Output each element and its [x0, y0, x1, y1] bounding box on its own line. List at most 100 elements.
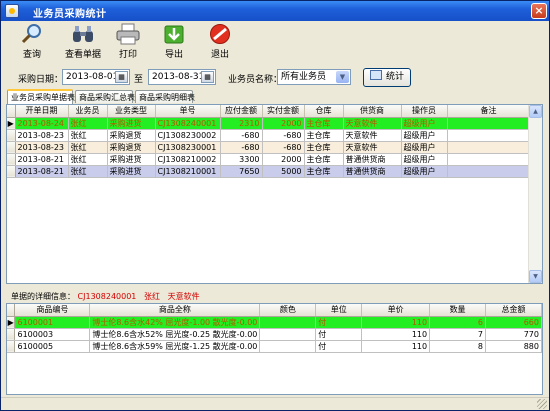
- table-cell[interactable]: 880: [485, 340, 542, 353]
- table-cell[interactable]: 主仓库: [304, 117, 344, 130]
- table-cell[interactable]: 2013-08-23: [15, 141, 69, 154]
- table-cell[interactable]: 6: [429, 316, 487, 329]
- table-cell[interactable]: 普通供货商: [343, 165, 402, 178]
- row-indicator[interactable]: [7, 165, 16, 178]
- table-cell[interactable]: 博士伦8.6含水42% 屈光度-1.00 散光度-0.00: [89, 316, 261, 329]
- table-cell[interactable]: -680: [220, 141, 263, 154]
- tab-product-detail[interactable]: 商品采购明细表: [135, 90, 195, 103]
- table-cell[interactable]: 3300: [220, 153, 263, 166]
- column-header[interactable]: 商品编号: [14, 304, 91, 317]
- table-cell[interactable]: 采购进货: [107, 153, 156, 166]
- table-cell[interactable]: 付: [315, 316, 363, 329]
- table-cell[interactable]: 天意软件: [343, 117, 402, 130]
- table-cell[interactable]: 采购退货: [107, 129, 156, 142]
- orders-scrollbar[interactable]: ▲ ▼: [528, 105, 542, 283]
- table-cell[interactable]: 110: [361, 340, 431, 353]
- table-cell[interactable]: 110: [361, 316, 431, 329]
- export-button[interactable]: 导出: [153, 23, 195, 63]
- tab-product-summary[interactable]: 商品采购汇总表: [75, 90, 135, 103]
- table-cell[interactable]: 付: [315, 340, 363, 353]
- column-header[interactable]: 开单日期: [15, 105, 69, 118]
- table-cell[interactable]: 天意软件: [343, 141, 402, 154]
- column-header[interactable]: 业务类型: [107, 105, 156, 118]
- table-cell[interactable]: 主仓库: [304, 165, 344, 178]
- column-header[interactable]: 单位: [315, 304, 363, 317]
- table-cell[interactable]: CJ1308210001: [155, 165, 221, 178]
- table-cell[interactable]: 付: [315, 328, 363, 341]
- table-cell[interactable]: 超级用户: [401, 153, 448, 166]
- table-cell[interactable]: [447, 165, 531, 178]
- table-cell[interactable]: 2013-08-21: [15, 153, 69, 166]
- column-header[interactable]: 颜色: [259, 304, 317, 317]
- table-cell[interactable]: 张红: [68, 165, 108, 178]
- row-indicator[interactable]: [7, 141, 16, 154]
- table-cell[interactable]: 博士伦8.6含水52% 屈光度-0.25 散光度-0.00: [89, 328, 261, 341]
- stat-button[interactable]: 统计: [363, 68, 411, 87]
- table-cell[interactable]: CJ1308240001: [155, 117, 221, 130]
- table-row[interactable]: 2013-08-21 张红 采购进货 CJ1308210001 7650 5000 主仓库普…: [7, 165, 531, 178]
- table-cell[interactable]: 7: [429, 328, 487, 341]
- column-header[interactable]: 业务员: [68, 105, 108, 118]
- table-cell[interactable]: 5000: [262, 165, 305, 178]
- date-from-field[interactable]: 2013-08-01 ▦: [62, 69, 130, 85]
- table-cell[interactable]: 天意软件: [343, 129, 402, 142]
- column-header[interactable]: 备注: [447, 105, 531, 118]
- table-cell[interactable]: [447, 153, 531, 166]
- resize-grip-icon[interactable]: [537, 399, 547, 409]
- row-pointer-icon[interactable]: ▶: [7, 316, 16, 329]
- table-cell[interactable]: 8: [429, 340, 487, 353]
- salesman-select[interactable]: 所有业务员 ▼: [277, 69, 351, 85]
- table-cell[interactable]: 6100003: [14, 328, 91, 341]
- title-bar[interactable]: 业务员采购统计 ×: [1, 1, 549, 21]
- table-cell[interactable]: -680: [262, 141, 305, 154]
- table-row[interactable]: ▶ 6100001 博士伦8.6含水42% 屈光度-1.00 散光度-0.00 付 11…: [7, 316, 542, 329]
- table-row[interactable]: 2013-08-23 张红 采购退货 CJ1308230002 -680 -680 主仓库天…: [7, 129, 531, 142]
- table-cell[interactable]: 6100005: [14, 340, 91, 353]
- row-indicator[interactable]: [7, 340, 16, 353]
- scroll-down-icon[interactable]: ▼: [529, 270, 542, 283]
- table-row[interactable]: 6100003 博士伦8.6含水52% 屈光度-0.25 散光度-0.00 付 110…: [7, 328, 542, 341]
- column-header[interactable]: 单价: [361, 304, 431, 317]
- table-cell[interactable]: 张红: [68, 153, 108, 166]
- table-cell[interactable]: 2000: [262, 117, 305, 130]
- table-cell[interactable]: 660: [485, 316, 542, 329]
- table-cell[interactable]: CJ1308230002: [155, 129, 221, 142]
- row-pointer-icon[interactable]: ▶: [7, 117, 16, 130]
- calendar-icon[interactable]: ▦: [115, 71, 128, 83]
- table-cell[interactable]: 采购进货: [107, 117, 156, 130]
- date-to-field[interactable]: 2013-08-31 ▦: [148, 69, 216, 85]
- row-indicator[interactable]: [7, 129, 16, 142]
- table-cell[interactable]: [447, 117, 531, 130]
- table-row[interactable]: 2013-08-23 张红 采购退货 CJ1308230001 -680 -680 主仓库天…: [7, 141, 531, 154]
- tab-salesman-orders[interactable]: 业务员采购单据表: [7, 89, 75, 104]
- calendar-icon[interactable]: ▦: [201, 71, 214, 83]
- row-indicator[interactable]: [7, 328, 16, 341]
- view-document-button[interactable]: 查看单据: [59, 23, 107, 63]
- table-cell[interactable]: 主仓库: [304, 153, 344, 166]
- column-header[interactable]: 应付金额: [220, 105, 263, 118]
- table-cell[interactable]: [447, 141, 531, 154]
- column-header[interactable]: 操作员: [401, 105, 448, 118]
- table-cell[interactable]: 2310: [220, 117, 263, 130]
- table-cell[interactable]: 主仓库: [304, 129, 344, 142]
- table-cell[interactable]: CJ1308230001: [155, 141, 221, 154]
- table-cell[interactable]: 采购退货: [107, 141, 156, 154]
- column-header[interactable]: 实付金额: [262, 105, 305, 118]
- table-cell[interactable]: [447, 129, 531, 142]
- table-cell[interactable]: 超级用户: [401, 129, 448, 142]
- table-cell[interactable]: 主仓库: [304, 141, 344, 154]
- scroll-up-icon[interactable]: ▲: [529, 105, 542, 118]
- close-button[interactable]: ×: [531, 3, 547, 19]
- table-cell[interactable]: -680: [262, 129, 305, 142]
- table-cell[interactable]: 张红: [68, 117, 108, 130]
- table-cell[interactable]: 张红: [68, 129, 108, 142]
- table-cell[interactable]: 2000: [262, 153, 305, 166]
- exit-button[interactable]: 退出: [199, 23, 241, 63]
- table-cell[interactable]: CJ1308210002: [155, 153, 221, 166]
- column-header[interactable]: 总金额: [485, 304, 542, 317]
- row-indicator[interactable]: [7, 153, 16, 166]
- print-button[interactable]: 打印: [107, 23, 149, 63]
- table-cell[interactable]: [259, 328, 317, 341]
- table-cell[interactable]: 博士伦8.6含水59% 屈光度-1.25 散光度-0.00: [89, 340, 261, 353]
- table-cell[interactable]: [259, 316, 317, 329]
